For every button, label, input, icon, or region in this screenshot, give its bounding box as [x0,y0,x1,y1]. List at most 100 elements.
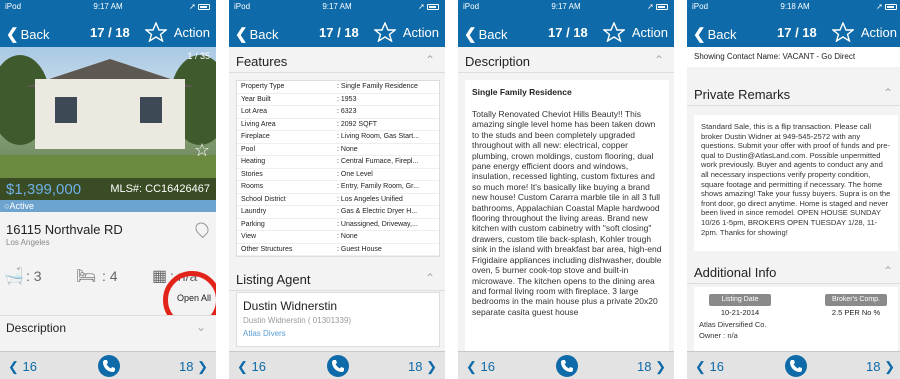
next-listing-button[interactable]: 18 ❯ [408,359,437,375]
feature-value: : One Level [337,170,373,178]
description-text: Totally Renovated Cheviot Hills Beauty!!… [472,109,662,317]
feature-row: Rooms: Entry, Family Room, Gr... [237,181,439,194]
listing-date-value: 10-21-2014 [720,308,760,317]
phone-icon [561,360,573,372]
previous-listing-button[interactable]: ❮ 16 [695,359,724,375]
feature-value: : Unassigned, Driveway,... [337,220,418,228]
feature-value: : 6323 [337,108,357,115]
agent-card: Dustin Widnerstin Dustin Widnerstin ( 01… [236,292,440,347]
call-button[interactable] [98,355,120,377]
agent-section-title: Listing Agent [236,272,311,287]
listing-counter: 17 / 18 [90,25,130,40]
status-label: Active [9,201,34,211]
battery-icon: ➚ [189,2,210,11]
back-button[interactable]: ❮ Back [6,25,49,43]
additional-info-card: Listing Date Broker's Comp. 10-21-2014 2… [694,287,898,351]
listing-date-label: Listing Date [709,294,771,306]
feature-label: View [241,233,257,240]
action-button[interactable]: Action [632,25,668,40]
feature-value: : Los Angeles Unified [337,195,403,203]
brokers-comp-label: Broker's Comp. [825,294,887,306]
phone-icon [790,360,802,372]
next-listing-button[interactable]: 18 ❯ [866,359,895,375]
call-button[interactable] [785,355,807,377]
chevron-up-icon: ⌃ [653,53,664,67]
agent-name: Dustin Widnerstin [243,299,338,313]
feature-label: Property Type [241,83,285,90]
feature-value: : None [337,233,358,240]
listing-photo[interactable]: 1 / 35 ☆ $1,399,000 MLS#: CC16426467 [0,47,216,200]
action-button[interactable]: Action [174,25,210,40]
map-pin-icon[interactable] [192,219,212,239]
status-time: 9:18 AM [780,2,810,11]
open-all-button[interactable]: Open All [177,293,211,303]
listing-agent-section-header[interactable]: Listing Agent ⌃ [229,265,445,291]
status-bar: iPod 9:17 AM ➚ [229,2,445,13]
back-button[interactable]: ❮ Back [693,25,736,43]
bathtub-icon: 🛁 [4,268,24,285]
back-button[interactable]: ❮ Back [464,25,507,43]
screen-features: iPod 9:17 AM ➚ ❮ Back 17 / 18 Action Feat… [229,0,445,379]
back-button[interactable]: ❮ Back [235,25,278,43]
feature-value: : Single Family Residence [337,83,418,90]
previous-listing-number: 16 [251,359,266,374]
back-label: Back [478,27,508,42]
features-title: Features [236,54,288,69]
nav-bar: iPod 9:18 AM ➚ ❮ Back 17 / 18 Action [687,0,900,47]
previous-listing-button[interactable]: ❮ 16 [466,359,495,375]
phone-icon [103,360,115,372]
feature-row: Pool: None [237,144,439,156]
bottom-bar: ❮ 16 18 ❯ [229,351,445,379]
favorite-star-icon[interactable] [832,22,854,42]
bed-icon: 🛏 [76,268,97,285]
description-label: Description [6,321,67,335]
feature-label: Living Area [241,120,276,128]
floorplan-icon: ▦ [152,268,168,285]
agent-license: Dustin Widnerstin ( 01301339) [243,316,352,325]
mls-number: MLS#: CC16426467 [110,183,210,195]
screen-private-remarks: iPod 9:18 AM ➚ ❮ Back 17 / 18 Action Show… [687,0,900,379]
next-listing-button[interactable]: 18 ❯ [179,359,208,375]
baths-count: : 3 [26,268,42,284]
previous-listing-button[interactable]: ❮ 16 [237,359,266,375]
bottom-bar: ❮ 16 18 ❯ [0,351,216,379]
feature-row: Laundry: Gas & Electric Dryer H... [237,206,439,219]
action-button[interactable]: Action [861,25,897,40]
feature-row: Fireplace: Living Room, Gas Start... [237,131,439,144]
feature-value: : Entry, Family Room, Gr... [337,183,419,190]
feature-row: View : None [237,231,439,244]
favorite-star-icon[interactable] [603,22,625,42]
feature-label: Fireplace [241,133,270,140]
feature-label: Laundry [241,208,267,215]
listing-price: $1,399,000 [6,181,82,198]
battery-icon: ➚ [418,2,439,11]
feature-row: Heating: Central Furnace, Firepl... [237,156,439,169]
feature-row: Parking : Unassigned, Driveway,... [237,219,439,231]
favorite-star-icon[interactable] [145,22,167,42]
agent-company-link[interactable]: Atlas Divers [243,329,433,338]
favorite-star-icon[interactable] [374,22,396,42]
chevron-down-icon: ⌄ [195,320,206,334]
next-listing-button[interactable]: 18 ❯ [637,359,666,375]
description-body: Single Family Residence Totally Renovate… [465,80,669,351]
call-button[interactable] [556,355,578,377]
action-button[interactable]: Action [403,25,439,40]
chevron-left-icon: ❮ [6,26,19,43]
private-remarks-section-header[interactable]: Private Remarks ⌃ [687,80,900,106]
back-label: Back [20,27,50,42]
remarks-title: Private Remarks [694,87,791,102]
status-badge: ○Active [0,200,216,212]
previous-listing-button[interactable]: ❮ 16 [8,359,37,375]
listing-counter: 17 / 18 [319,25,359,40]
description-section-header[interactable]: Description ⌄ [0,315,216,339]
favorite-star-icon[interactable]: ☆ [194,140,210,161]
description-section-header[interactable]: Description ⌃ [458,47,674,73]
features-section-header[interactable]: Features ⌃ [229,47,445,73]
feature-label: Parking [241,220,265,228]
additional-info-section-header[interactable]: Additional Info ⌃ [687,258,900,284]
bottom-bar: ❮ 16 18 ❯ [687,351,900,379]
feature-label: School District [241,195,286,203]
call-button[interactable] [327,355,349,377]
feature-row: Other Structures: Guest House [237,244,439,256]
nav-bar: iPod 9:17 AM ➚ ❮ Back 17 / 18 Action [0,0,216,47]
